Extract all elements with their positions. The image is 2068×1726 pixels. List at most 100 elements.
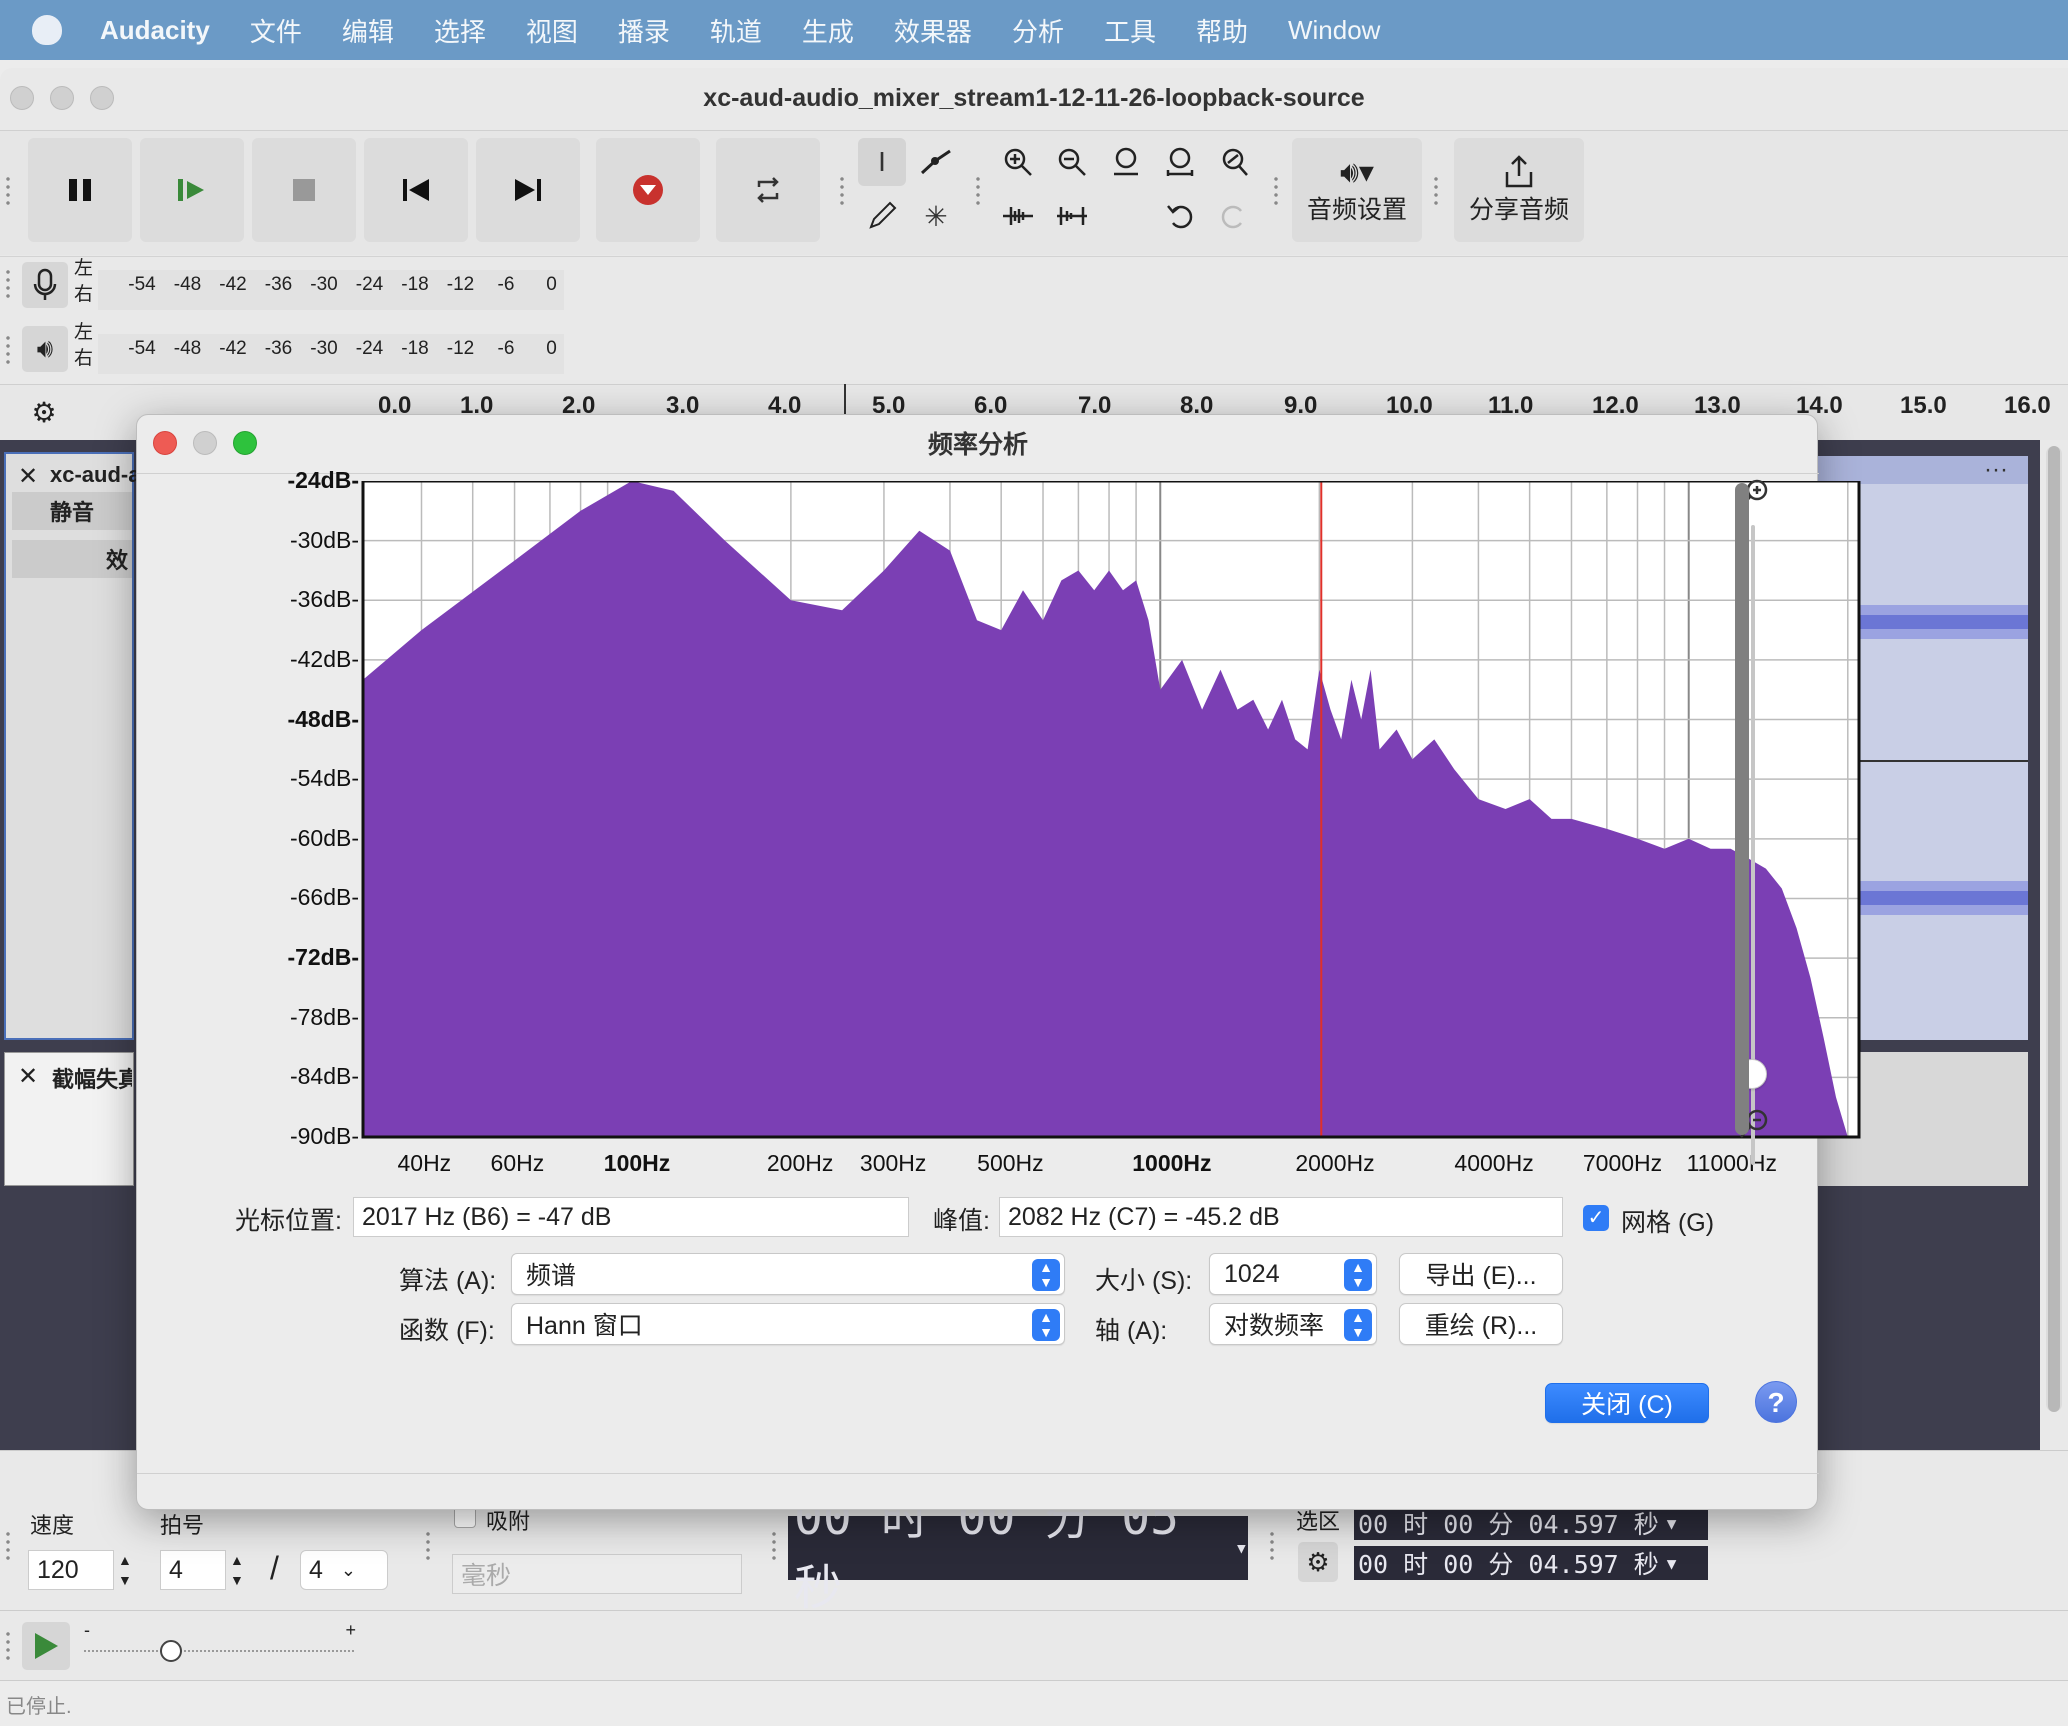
menu-analyze[interactable]: 分析 (1012, 12, 1064, 49)
fit-project-button[interactable] (1156, 138, 1204, 186)
snap-unit-select[interactable]: 毫秒 (452, 1554, 742, 1594)
play-button[interactable] (140, 138, 244, 242)
speed-slider[interactable]: - + (80, 1620, 360, 1670)
menu-effect[interactable]: 效果器 (894, 12, 972, 49)
time-format-dropdown-icon[interactable]: ▾ (1235, 1536, 1248, 1561)
menu-select[interactable]: 选择 (434, 12, 486, 49)
menu-file[interactable]: 文件 (250, 12, 302, 49)
selection-end-value: 00 时 00 分 04.597 秒 (1358, 1550, 1659, 1579)
dialog-close-icon[interactable] (153, 431, 177, 455)
spectrum-plot[interactable] (227, 481, 1863, 1161)
label-track-close-icon[interactable]: ✕ (18, 1062, 38, 1091)
undo-button[interactable] (1156, 192, 1204, 240)
updown-chevron-icon: ▲ ▼ (1344, 1309, 1372, 1341)
toolbar-grip[interactable] (424, 1530, 432, 1560)
grid-checkbox[interactable]: ✓ (1583, 1205, 1609, 1231)
playback-meter-button[interactable]: 🔊︎ (22, 326, 68, 372)
selection-tool-button[interactable]: I (858, 138, 906, 186)
meter-grip[interactable] (4, 334, 12, 364)
axis-select[interactable]: 对数频率 ▲ ▼ (1209, 1303, 1377, 1345)
multi-tool-button[interactable]: ✳ (912, 192, 960, 240)
share-audio-button[interactable]: 分享音频 (1454, 138, 1584, 242)
toolbar-grip[interactable] (1272, 175, 1280, 205)
menu-tracks[interactable]: 轨道 (710, 12, 762, 49)
timesig-stepper-icon[interactable]: ▲ ▼ (230, 1550, 244, 1590)
loop-button[interactable] (716, 138, 820, 242)
timesig-denominator-select[interactable]: 4 ⌄ (300, 1550, 388, 1590)
skip-end-button[interactable] (476, 138, 580, 242)
replot-button[interactable]: 重绘 (R)... (1399, 1303, 1563, 1345)
x-tick-label: 500Hz (977, 1150, 1044, 1176)
selection-end[interactable]: 00 时 00 分 04.597 秒 ▼ (1354, 1546, 1708, 1580)
track-close-icon[interactable]: ✕ (18, 462, 38, 491)
axis-value: 对数频率 (1224, 1312, 1325, 1340)
dialog-minimize-icon[interactable] (193, 431, 217, 455)
silence-button[interactable] (1048, 192, 1096, 240)
updown-chevron-icon: ▲ ▼ (1344, 1259, 1372, 1291)
play-at-speed-button[interactable] (22, 1622, 70, 1670)
minimize-window-icon[interactable] (50, 86, 74, 110)
menu-view[interactable]: 视图 (526, 12, 578, 49)
toolbar-grip[interactable] (770, 1530, 778, 1560)
pause-button[interactable] (28, 138, 132, 242)
toolbar-grip[interactable] (4, 175, 12, 205)
zoom-out-button[interactable] (1048, 138, 1096, 186)
track-name[interactable]: xc-aud-a (50, 462, 140, 488)
trim-button[interactable] (994, 192, 1042, 240)
meter-grip[interactable] (4, 268, 12, 298)
label-track-name[interactable]: 截幅失真 (52, 1062, 132, 1094)
toolbar-grip[interactable] (4, 1630, 12, 1660)
menu-window[interactable]: Window (1288, 15, 1380, 46)
envelope-tool-button[interactable] (912, 138, 960, 186)
fit-selection-button[interactable] (1102, 138, 1150, 186)
toolbar-grip[interactable] (838, 175, 846, 205)
stop-button[interactable] (252, 138, 356, 242)
play-icon (178, 179, 204, 201)
window-title: xc-aud-audio_mixer_stream1-12-11-26-loop… (703, 83, 1365, 112)
vertical-scrollbar[interactable] (2046, 446, 2062, 1412)
frequency-analysis-dialog: 频率分析 -24dB- -30dB- -36dB- -42dB- -48dB- -54dB… (136, 414, 1861, 1510)
size-select[interactable]: 1024 ▲ ▼ (1209, 1253, 1377, 1295)
zoom-in-button[interactable] (994, 138, 1042, 186)
effects-button[interactable]: 效 (12, 540, 132, 578)
zoom-toggle-button[interactable] (1210, 138, 1258, 186)
close-button[interactable]: 关闭 (C) (1545, 1383, 1709, 1423)
draw-tool-button[interactable] (858, 192, 906, 240)
algorithm-select[interactable]: 频谱 ▲ ▼ (511, 1253, 1065, 1295)
time-display[interactable]: 00 时 00 分 05 秒 ▾ (788, 1490, 1248, 1616)
toolbar-grip[interactable] (1268, 1530, 1276, 1560)
menu-edit[interactable]: 编辑 (342, 12, 394, 49)
tempo-stepper-icon[interactable]: ▲ ▼ (118, 1550, 132, 1590)
close-window-icon[interactable] (10, 86, 34, 110)
selection-start[interactable]: 00 时 00 分 04.597 秒 ▼ (1354, 1506, 1708, 1540)
apple-icon[interactable] (32, 15, 62, 45)
peak-value-field[interactable]: 2082 Hz (C7) = -45.2 dB (999, 1197, 1563, 1237)
toolbar-grip[interactable] (4, 1530, 12, 1560)
toolbar-grip[interactable] (1432, 175, 1440, 205)
function-select[interactable]: Hann 窗口 ▲ ▼ (511, 1303, 1065, 1345)
menu-tools[interactable]: 工具 (1104, 12, 1156, 49)
record-meter-button[interactable] (22, 262, 68, 308)
zoom-window-icon[interactable] (90, 86, 114, 110)
slider-thumb[interactable] (160, 1640, 182, 1662)
menu-help[interactable]: 帮助 (1196, 12, 1248, 49)
export-button[interactable]: 导出 (E)... (1399, 1253, 1563, 1295)
tempo-input[interactable]: 120 (28, 1550, 114, 1590)
selection-settings-gear-icon[interactable]: ⚙ (1298, 1542, 1338, 1582)
audio-setup-button[interactable]: 🔊︎▾ 音频设置 (1292, 138, 1422, 242)
menu-app[interactable]: Audacity (100, 15, 210, 46)
help-button[interactable]: ? (1755, 1381, 1797, 1423)
menu-generate[interactable]: 生成 (802, 12, 854, 49)
timesig-numerator-input[interactable]: 4 (160, 1550, 226, 1590)
mute-button[interactable]: 静音 (12, 492, 132, 530)
toolbar-grip[interactable] (974, 175, 982, 205)
record-button[interactable] (596, 138, 700, 242)
menu-transport[interactable]: 播录 (618, 12, 670, 49)
cursor-value-field[interactable]: 2017 Hz (B6) = -47 dB (353, 1197, 909, 1237)
meter-tick-label: -6 (498, 274, 515, 295)
x-tick-label: 7000Hz (1582, 1150, 1663, 1176)
skip-start-button[interactable] (364, 138, 468, 242)
dialog-zoom-icon[interactable] (233, 431, 257, 455)
plot-vertical-scrollbar[interactable] (1735, 483, 1749, 1135)
redo-button[interactable] (1210, 192, 1258, 240)
